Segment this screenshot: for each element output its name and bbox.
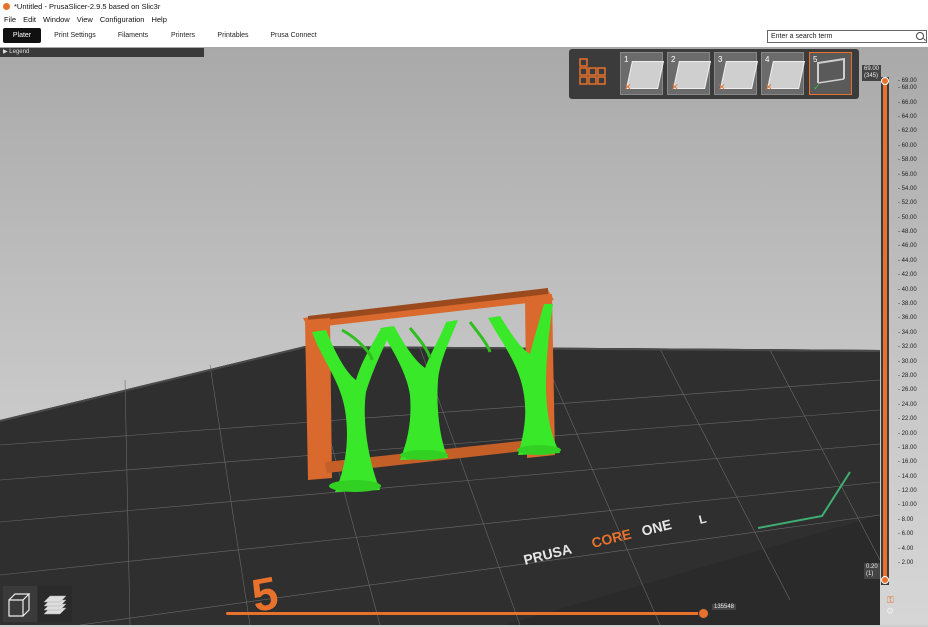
ruler-tick-label: - 28.00 bbox=[898, 372, 917, 379]
menu-edit[interactable]: Edit bbox=[23, 15, 36, 24]
object-4-thumbnail bbox=[767, 61, 805, 89]
layer-slider-bottom-thumb[interactable] bbox=[881, 576, 889, 584]
object-toolbar: 1 ✕ 2 ✕ 3 ✕ 4 ✕ 5 ✓ bbox=[569, 49, 859, 99]
ruler-tick-label: - 18.00 bbox=[898, 444, 917, 451]
move-slider-thumb[interactable] bbox=[698, 608, 709, 619]
layer-slider-range bbox=[883, 81, 887, 581]
layer-bottom-value: 0.20 bbox=[866, 564, 878, 570]
ruler-tick-label: - 2.00 bbox=[898, 560, 914, 566]
title-bar: *Untitled - PrusaSlicer-2.9.5 based on S… bbox=[0, 0, 928, 13]
object-2-status-icon: ✕ bbox=[671, 82, 679, 92]
lock-icon[interactable]: ⚿ bbox=[887, 596, 895, 605]
ruler-tick-label: - 6.00 bbox=[898, 531, 914, 538]
window-title: *Untitled - PrusaSlicer-2.9.5 based on S… bbox=[14, 2, 161, 11]
ruler-tick-label: - 48.00 bbox=[898, 229, 917, 236]
tab-plater[interactable]: Plater bbox=[3, 28, 41, 43]
menu-configuration[interactable]: Configuration bbox=[100, 15, 145, 24]
ruler-tick-label: - 40.00 bbox=[898, 286, 917, 293]
ruler-tick-label: - 60.00 bbox=[898, 142, 917, 149]
menu-window[interactable]: Window bbox=[43, 15, 70, 24]
object-4-number: 4 bbox=[765, 55, 770, 64]
view-3d-button[interactable] bbox=[3, 586, 37, 622]
tab-printers[interactable]: Printers bbox=[165, 28, 201, 43]
layer-bottom-label: 0.20 (1) bbox=[864, 563, 880, 579]
ruler-tick-label: - 12.00 bbox=[898, 488, 917, 495]
object-3-number: 3 bbox=[718, 55, 723, 64]
object-1-number: 1 bbox=[624, 55, 629, 64]
ruler-tick-label: - 64.00 bbox=[898, 113, 917, 120]
grid-icon bbox=[579, 58, 606, 85]
object-1-thumbnail bbox=[626, 61, 664, 89]
ruler-tick-label: - 10.00 bbox=[898, 502, 917, 509]
move-slider-value: 135548 bbox=[712, 604, 737, 610]
ruler-tick-label: - 44.00 bbox=[898, 257, 917, 264]
app-logo-icon bbox=[3, 3, 10, 10]
ruler-tick-label: - 50.00 bbox=[898, 214, 917, 221]
layer-top-label: 69.00 (345) bbox=[862, 65, 882, 81]
ruler-tick-label: - 42.00 bbox=[898, 272, 917, 279]
menu-bar: File Edit Window View Configuration Help bbox=[0, 13, 928, 25]
ruler-tick-label: - 36.00 bbox=[898, 315, 917, 322]
ruler-tick-label: - 8.00 bbox=[898, 516, 914, 523]
cube-icon bbox=[8, 593, 31, 617]
ruler-tick-label: - 58.00 bbox=[898, 157, 917, 164]
ruler-tick-label: - 69.00 bbox=[898, 78, 917, 84]
ruler-tick-label: - 24.00 bbox=[898, 401, 917, 408]
tab-filaments[interactable]: Filaments bbox=[113, 28, 153, 43]
search-input[interactable]: Enter a search term bbox=[767, 30, 927, 43]
tab-bar: Plater Print Settings Filaments Printers… bbox=[0, 25, 928, 48]
ruler-tick-label: - 54.00 bbox=[898, 185, 917, 192]
layers-icon bbox=[43, 595, 67, 615]
ruler-tick-label: - 68.00 bbox=[898, 85, 917, 92]
ruler-tick-label: - 38.00 bbox=[898, 301, 917, 307]
tab-printables[interactable]: Printables bbox=[213, 28, 253, 43]
ruler-tick-label: - 34.00 bbox=[898, 329, 917, 336]
object-3-button[interactable]: 3 ✕ bbox=[714, 52, 758, 95]
layer-slider-top-thumb[interactable] bbox=[881, 77, 889, 85]
object-2-number: 2 bbox=[671, 55, 676, 64]
object-4-button[interactable]: 4 ✕ bbox=[761, 52, 805, 95]
object-4-status-icon: ✕ bbox=[765, 82, 773, 92]
ruler-tick-label: - 32.00 bbox=[898, 344, 917, 351]
search-placeholder: Enter a search term bbox=[771, 33, 833, 40]
menu-help[interactable]: Help bbox=[151, 15, 166, 24]
ruler-tick-label: - 26.00 bbox=[898, 387, 917, 394]
object-5-number: 5 bbox=[813, 55, 818, 64]
ruler-tick-label: - 30.00 bbox=[898, 358, 917, 365]
tab-prusa-connect[interactable]: Prusa Connect bbox=[266, 28, 321, 43]
ruler-tick-label: - 46.00 bbox=[898, 243, 917, 250]
ruler-tick-label: - 66.00 bbox=[898, 99, 917, 106]
settings-cog-icon[interactable]: ⚙ bbox=[886, 607, 895, 616]
object-1-status-icon: ✕ bbox=[624, 82, 632, 92]
move-slider-track[interactable] bbox=[226, 612, 704, 615]
layer-top-value: 69.00 bbox=[864, 66, 880, 72]
menu-view[interactable]: View bbox=[77, 15, 93, 24]
ruler-tick-label: - 52.00 bbox=[898, 200, 917, 207]
view-preview-button[interactable] bbox=[38, 586, 72, 622]
object-2-button[interactable]: 2 ✕ bbox=[667, 52, 711, 95]
layer-bottom-index: (1) bbox=[866, 571, 874, 577]
object-1-button[interactable]: 1 ✕ bbox=[620, 52, 664, 95]
ruler-tick-label: - 20.00 bbox=[898, 430, 917, 437]
tab-print-settings[interactable]: Print Settings bbox=[50, 28, 100, 43]
object-5-button[interactable]: 5 ✓ bbox=[809, 52, 852, 95]
object-2-thumbnail bbox=[673, 61, 711, 89]
object-5-status-icon: ✓ bbox=[813, 82, 821, 92]
object-3-thumbnail bbox=[720, 61, 758, 89]
ruler-tick-label: - 14.00 bbox=[898, 473, 917, 480]
object-3-status-icon: ✕ bbox=[718, 82, 726, 92]
ruler-tick-label: - 4.00 bbox=[898, 545, 914, 552]
ruler-tick-label: - 56.00 bbox=[898, 171, 917, 178]
ruler-tick-label: - 22.00 bbox=[898, 416, 917, 423]
ruler-tick-label: - 16.00 bbox=[898, 459, 917, 466]
legend-toggle[interactable]: ▶ Legend bbox=[0, 48, 204, 57]
arrange-all-button[interactable] bbox=[573, 52, 616, 95]
search-icon[interactable] bbox=[916, 32, 924, 40]
legend-label: Legend bbox=[9, 49, 30, 55]
menu-file[interactable]: File bbox=[4, 15, 16, 24]
ruler-tick-label: - 62.00 bbox=[898, 128, 917, 135]
layer-top-index: (345) bbox=[864, 73, 879, 79]
3d-viewport[interactable]: PRUSA CORE ONE L 5 bbox=[0, 47, 928, 625]
